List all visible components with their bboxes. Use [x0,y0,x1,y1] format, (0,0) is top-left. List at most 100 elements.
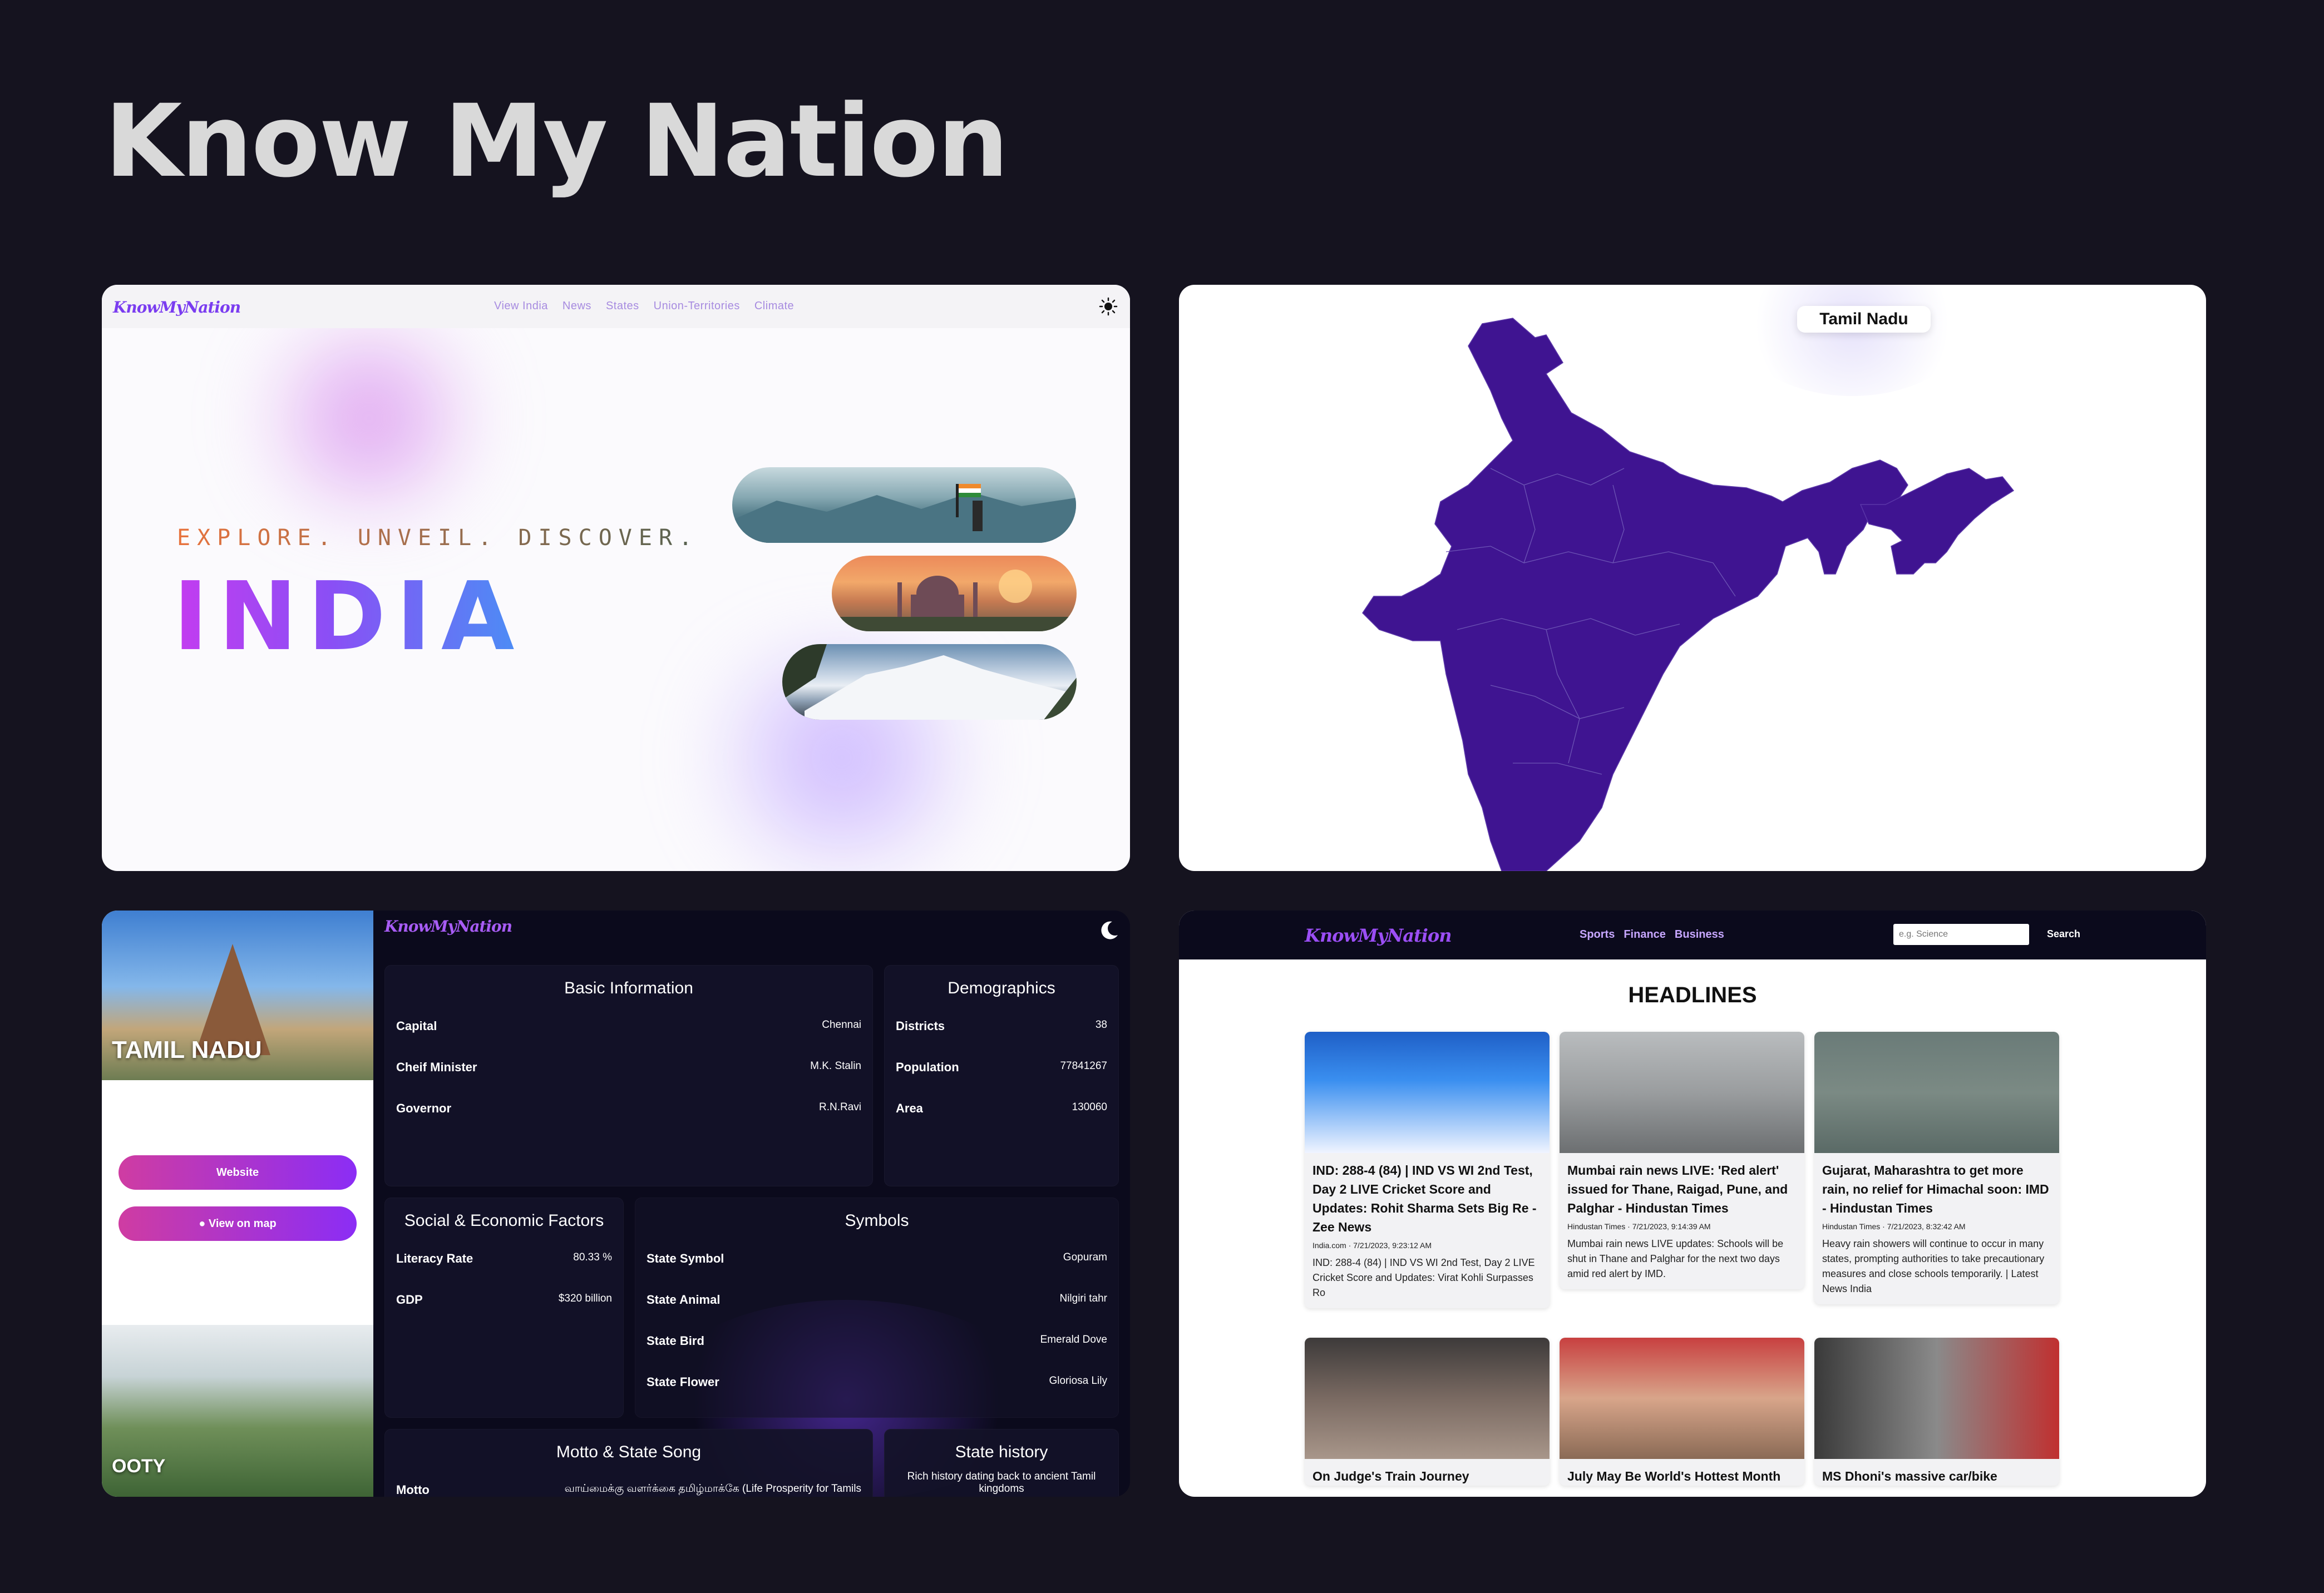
social-heading: Social & Economic Factors [404,1211,604,1230]
info-value: வாய்மைக்கு வளர்க்கை தமிழ்மாக்கே (Life Pr… [564,1483,861,1495]
info-key: State Flower [647,1375,719,1389]
info-row: State Animal Nilgiri tahr [647,1293,1107,1307]
news-title: Gujarat, Maharashtra to get more rain, n… [1822,1163,2049,1215]
nav-link-union-territories[interactable]: Union-Territories [654,300,740,313]
news-card[interactable]: On Judge's Train Journey [1305,1338,1550,1486]
hero-navbar: KnowMyNation View India News States Unio… [102,285,1130,328]
info-key: State Bird [647,1334,704,1348]
view-on-map-button[interactable]: ● View on map [119,1206,357,1241]
news-navbar: KnowMyNation Sports Finance Business Sea… [1179,911,2206,959]
cricket-image [1305,1032,1550,1153]
state-dashboard-screenshot: TAMIL NADU Website ● View on map OOTY Kn… [102,911,1130,1497]
news-title: Mumbai rain news LIVE: 'Red alert' issue… [1567,1163,1788,1215]
demographics-card: Demographics Districts 38 Population 77841… [884,965,1119,1186]
snow-mountain-image [782,644,1077,720]
state-main: KnowMyNation Basic Information Capital Ch… [373,911,1130,1497]
info-value: 130060 [1072,1101,1107,1113]
hero-screenshot: KnowMyNation View India News States Unio… [102,285,1130,871]
info-key: Cheif Minister [396,1060,477,1074]
info-row: GDP $320 billion [396,1293,612,1307]
map-screenshot: Tamil Nadu [1179,285,2206,871]
headlines-heading: HEADLINES [1628,983,1757,1007]
map-pin-icon: ● [199,1218,209,1230]
news-title: July May Be World's Hottest Month [1567,1469,1781,1483]
info-row: State Bird Emerald Dove [647,1334,1107,1348]
flood-street-image [1814,1032,2059,1153]
logo[interactable]: KnowMyNation [1305,925,1452,946]
logo[interactable]: KnowMyNation [384,917,512,936]
nav-link-states[interactable]: States [606,300,639,313]
news-card[interactable]: July May Be World's Hottest Month [1560,1338,1804,1486]
nav-link-view-india[interactable]: View India [494,300,548,313]
info-key: Capital [396,1019,437,1033]
info-row: State Flower Gloriosa Lily [647,1375,1107,1389]
info-value: R.N.Ravi [818,1101,861,1113]
info-key: Literacy Rate [396,1251,473,1265]
info-row: Motto வாய்மைக்கு வளர்க்கை தமிழ்மாக்கே (Li… [396,1483,861,1497]
symbols-card: Symbols State Symbol Gopuram State Animal… [635,1198,1119,1418]
website-button[interactable]: Website [119,1155,357,1190]
info-row: Cheif Minister M.K. Stalin [396,1060,861,1075]
history-heading: State history [955,1443,1048,1461]
info-key: GDP [396,1293,423,1307]
news-desc: Heavy rain showers will continue to occu… [1822,1238,2045,1294]
news-card[interactable]: Gujarat, Maharashtra to get more rain, n… [1814,1032,2059,1304]
nav-link-news[interactable]: News [563,300,591,313]
info-value: Gloriosa Lily [1049,1375,1107,1387]
news-desc: IND: 288-4 (84) | IND VS WI 2nd Test, Da… [1313,1257,1535,1298]
search-input[interactable] [1893,924,2029,945]
car-collection-image [1814,1338,2059,1459]
nav-link-business[interactable]: Business [1675,928,1724,941]
state-tooltip: Tamil Nadu [1797,306,1931,333]
info-value: $320 billion [558,1293,612,1304]
info-row: Area 130060 [896,1101,1107,1116]
news-title: IND: 288-4 (84) | IND VS WI 2nd Test, Da… [1313,1163,1537,1234]
heatwave-image [1560,1338,1804,1459]
info-row: Literacy Rate 80.33 % [396,1251,612,1266]
search-button[interactable]: Search [2047,928,2080,940]
info-key: Motto [396,1483,430,1497]
info-value: Nilgiri tahr [1059,1293,1107,1304]
news-card[interactable]: MS Dhoni's massive car/bike [1814,1338,2059,1486]
info-value: Emerald Dove [1040,1334,1107,1345]
nav-link-climate[interactable]: Climate [754,300,794,313]
news-desc: Mumbai rain news LIVE updates: Schools w… [1567,1238,1784,1279]
news-card[interactable]: IND: 288-4 (84) | IND VS WI 2nd Test, Da… [1305,1032,1550,1308]
info-value: M.K. Stalin [810,1060,861,1072]
moon-icon[interactable] [1098,919,1120,942]
info-row: State Symbol Gopuram [647,1251,1107,1266]
nav-link-finance[interactable]: Finance [1624,928,1666,941]
logo[interactable]: KnowMyNation [113,298,241,316]
history-text: Rich history dating back to ancient Tami… [907,1471,1096,1495]
basic-info-heading: Basic Information [564,979,693,997]
info-value: 80.33 % [573,1251,612,1263]
judge-image [1305,1338,1550,1459]
info-row: Governor R.N.Ravi [396,1101,861,1116]
motto-heading: Motto & State Song [556,1443,702,1461]
mountain-flag-image [732,467,1076,543]
place-name: OOTY [112,1456,166,1477]
india-map-shape [1362,318,1908,871]
info-value: 77841267 [1060,1060,1107,1072]
info-key: Governor [396,1101,452,1115]
page-title: Know My Nation [105,83,1009,200]
info-key: State Symbol [647,1251,724,1265]
info-key: Population [896,1060,959,1074]
pink-glow [230,318,508,518]
info-row: Capital Chennai [396,1019,861,1033]
info-value: 38 [1095,1019,1107,1031]
basic-info-card: Basic Information Capital Chennai Cheif M… [384,965,873,1186]
symbols-heading: Symbols [845,1211,909,1230]
india-map[interactable] [1179,285,2206,871]
info-key: Districts [896,1019,945,1033]
info-value: Gopuram [1063,1251,1107,1263]
news-card[interactable]: Mumbai rain news LIVE: 'Red alert' issue… [1560,1032,1804,1289]
hero-nav-links: View India News States Union-Territories… [494,300,794,313]
sun-icon[interactable] [1099,297,1118,316]
state-name: TAMIL NADU [112,1036,262,1063]
nav-link-sports[interactable]: Sports [1580,928,1615,941]
history-card: State history Rich history dating back t… [884,1429,1119,1497]
hero-headline: INDIA [173,562,525,672]
view-on-map-label: View on map [208,1218,277,1230]
state-sidebar: TAMIL NADU Website ● View on map OOTY [102,911,373,1497]
